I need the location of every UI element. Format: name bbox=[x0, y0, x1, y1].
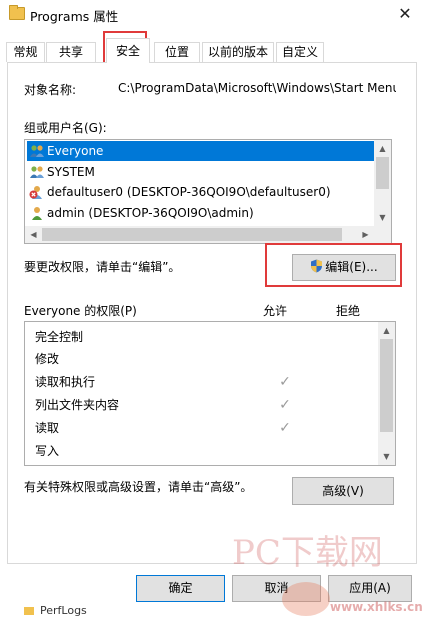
perm-row-read-execute: 读取和执行 ✓ bbox=[35, 371, 380, 393]
folder-icon bbox=[9, 5, 25, 20]
deny-header: 拒绝 bbox=[336, 304, 361, 318]
users-list[interactable]: Everyone SYSTEM defaultuser0 (DESKTOP-36… bbox=[24, 139, 392, 244]
scroll-thumb[interactable] bbox=[42, 228, 342, 241]
perm-name: 读取和执行 bbox=[35, 375, 96, 389]
allow-header: 允许 bbox=[263, 304, 288, 318]
close-button[interactable]: ✕ bbox=[388, 0, 422, 28]
watermark-site: www.xhlks.cn bbox=[330, 600, 422, 614]
watermark-text: PC下载网 bbox=[232, 533, 383, 573]
tab-strip: 常规 共享 安全 位置 以前的版本 自定义 bbox=[6, 38, 416, 63]
object-name-value: C:\ProgramData\Microsoft\Windows\Start M… bbox=[118, 81, 396, 95]
perm-vertical-scrollbar[interactable]: ▲ ▼ bbox=[378, 322, 395, 465]
scroll-up-icon[interactable]: ▲ bbox=[374, 140, 391, 157]
allow-check-icon: ✓ bbox=[279, 420, 291, 436]
scroll-down-icon[interactable]: ▼ bbox=[374, 209, 391, 226]
edit-button-label: 编辑(E)... bbox=[325, 260, 378, 274]
perm-row-list-folder: 列出文件夹内容 ✓ bbox=[35, 394, 380, 416]
list-item-label: Everyone bbox=[47, 144, 104, 158]
perm-row-modify: 修改 bbox=[35, 348, 380, 370]
user-icon bbox=[32, 207, 42, 220]
allow-check-icon: ✓ bbox=[279, 397, 291, 413]
uac-shield-icon bbox=[311, 259, 323, 273]
perm-name: 完全控制 bbox=[35, 330, 84, 344]
perm-name: 读取 bbox=[35, 421, 60, 435]
watermark-fox-icon bbox=[282, 582, 330, 616]
ok-button[interactable]: 确定 bbox=[136, 575, 225, 602]
allow-check-icon: ✓ bbox=[279, 374, 291, 390]
perm-row-read: 读取 ✓ bbox=[35, 417, 380, 439]
tab-location[interactable]: 位置 bbox=[154, 42, 200, 62]
tab-sharing[interactable]: 共享 bbox=[46, 42, 96, 62]
group-users-icon bbox=[30, 166, 44, 178]
advanced-button[interactable]: 高级(V) bbox=[292, 477, 394, 505]
scroll-right-icon[interactable]: ▶ bbox=[357, 226, 374, 243]
list-item-label: admin (DESKTOP-36QOI9O\admin) bbox=[47, 206, 254, 220]
users-horizontal-scrollbar[interactable]: ◀ ▶ bbox=[25, 226, 391, 243]
scroll-up-icon[interactable]: ▲ bbox=[378, 322, 395, 339]
list-item-label: SYSTEM bbox=[47, 165, 95, 179]
tab-customize[interactable]: 自定义 bbox=[276, 42, 324, 62]
perm-title: Everyone 的权限(P) bbox=[24, 304, 137, 318]
users-vertical-scrollbar[interactable]: ▲ ▼ bbox=[374, 140, 391, 226]
list-item-defaultuser0[interactable]: defaultuser0 (DESKTOP-36QOI9O\defaultuse… bbox=[27, 182, 375, 202]
window-title: Programs 属性 bbox=[30, 9, 119, 24]
group-users-icon bbox=[30, 145, 44, 157]
scroll-down-icon[interactable]: ▼ bbox=[378, 448, 395, 465]
permissions-list: 完全控制 修改 读取和执行 ✓ 列出文件夹内容 ✓ 读取 ✓ 写入 ▲ ▼ bbox=[24, 321, 396, 466]
folder-icon bbox=[24, 607, 34, 615]
tab-previous-versions[interactable]: 以前的版本 bbox=[202, 42, 274, 62]
change-hint: 要更改权限，请单击“编辑”。 bbox=[24, 260, 181, 274]
list-item-everyone[interactable]: Everyone bbox=[27, 141, 375, 161]
list-item-system[interactable]: SYSTEM bbox=[27, 162, 375, 182]
background-folder-item: PerfLogs bbox=[40, 604, 87, 617]
apply-button[interactable]: 应用(A) bbox=[328, 575, 412, 602]
perm-row-full-control: 完全控制 bbox=[35, 326, 380, 348]
advanced-hint: 有关特殊权限或高级设置，请单击“高级”。 bbox=[24, 480, 253, 494]
title-bar: Programs 属性 ✕ bbox=[0, 0, 422, 30]
list-item-label: defaultuser0 (DESKTOP-36QOI9O\defaultuse… bbox=[47, 185, 331, 199]
tab-security[interactable]: 安全 bbox=[106, 38, 150, 63]
scroll-left-icon[interactable]: ◀ bbox=[25, 226, 42, 243]
list-item-admin[interactable]: admin (DESKTOP-36QOI9O\admin) bbox=[27, 203, 375, 223]
scroll-thumb[interactable] bbox=[380, 339, 393, 432]
tab-general[interactable]: 常规 bbox=[6, 42, 45, 62]
user-error-icon bbox=[29, 186, 42, 199]
perm-name: 写入 bbox=[35, 444, 60, 458]
edit-button[interactable]: 编辑(E)... bbox=[292, 254, 396, 281]
perm-row-write: 写入 bbox=[35, 440, 380, 462]
object-name-label: 对象名称: bbox=[24, 83, 77, 97]
perm-name: 修改 bbox=[35, 352, 60, 366]
scroll-thumb[interactable] bbox=[376, 157, 389, 189]
perm-name: 列出文件夹内容 bbox=[35, 398, 120, 412]
group-label: 组或用户名(G): bbox=[24, 121, 107, 135]
